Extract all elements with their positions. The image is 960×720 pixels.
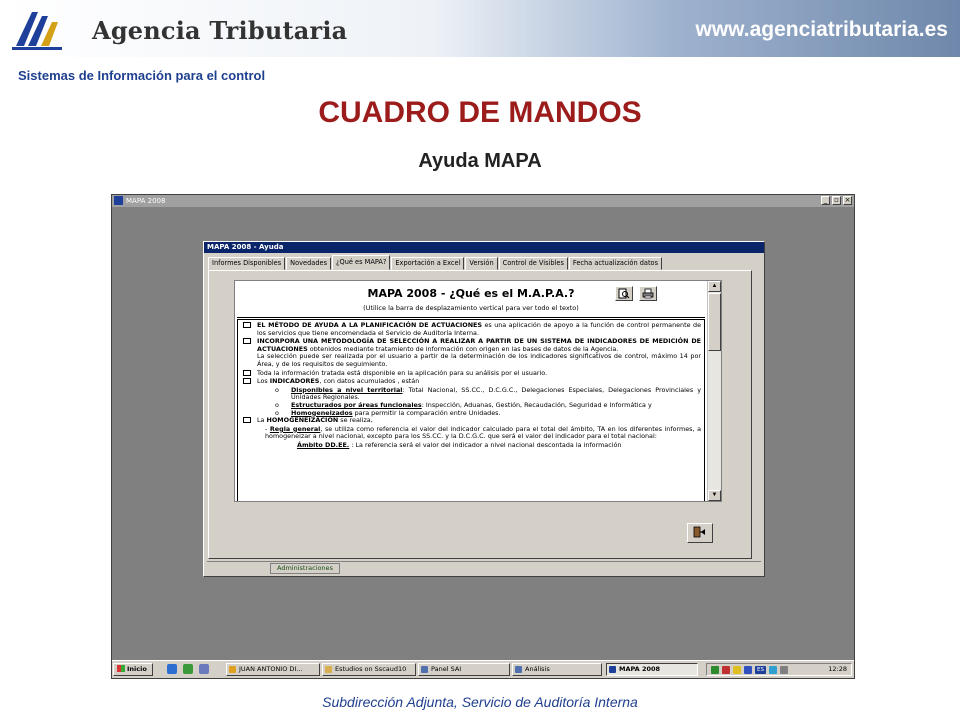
app-icon xyxy=(114,196,123,205)
doc-subitem: o Disponibles a nivel territorial: Total … xyxy=(275,385,702,402)
checkbox-bullet-icon xyxy=(243,417,251,424)
tray-icon[interactable] xyxy=(733,666,741,674)
close-button[interactable]: × xyxy=(843,196,852,205)
page-title: CUADRO DE MANDOS xyxy=(318,96,642,129)
taskbar-button-active[interactable]: MAPA 2008 xyxy=(606,663,698,676)
checkbox-bullet-icon xyxy=(243,322,251,328)
tab-que-es-mapa[interactable]: ¿Qué es MAPA? xyxy=(332,255,391,270)
tray-icon[interactable] xyxy=(722,666,730,674)
quick-launch-icon[interactable] xyxy=(183,664,193,674)
clock[interactable]: 12:28 xyxy=(828,664,847,675)
tab-exportacion-excel[interactable]: Exportación a Excel xyxy=(391,257,465,270)
exit-button[interactable] xyxy=(687,523,713,543)
header-banner: Agencia Tributaria www.agenciatributaria… xyxy=(0,0,960,57)
language-indicator[interactable]: ES xyxy=(755,666,766,674)
app-window-title: MAPA 2008 xyxy=(126,197,166,205)
doc-paragraph: La HOMOGENEIZACIÓN se realiza, xyxy=(243,416,701,425)
doc-paragraph: INCORPORA UNA METODOLOGÍA DE SELECCIÓN A… xyxy=(243,337,701,368)
doc-subtitle: (Utilice la barra de desplazamiento vert… xyxy=(363,304,579,312)
doc-paragraph: Ámbito DD.EE. : La referencia será el va… xyxy=(297,440,622,449)
tab-informes-disponibles[interactable]: Informes Disponibles xyxy=(208,257,286,270)
doc-body: EL MÉTODO DE AYUDA A LA PLANIFICACIÓN DE… xyxy=(237,319,705,501)
dialog-title: MAPA 2008 - Ayuda xyxy=(204,242,764,253)
tab-version[interactable]: Versión xyxy=(465,257,498,270)
print-preview-button[interactable] xyxy=(615,286,633,301)
printer-icon xyxy=(642,288,654,299)
section-subtitle: Sistemas de Información para el control xyxy=(18,68,266,83)
app-titlebar: MAPA 2008 _ ▫ × xyxy=(112,195,854,207)
app-icon xyxy=(421,666,428,673)
page-footer: Subdirección Adjunta, Servicio de Audito… xyxy=(322,694,638,710)
start-button[interactable]: Inicio xyxy=(113,663,153,676)
restore-button[interactable]: ▫ xyxy=(832,196,841,205)
scroll-up-icon[interactable]: ▲ xyxy=(708,281,721,292)
doc-paragraph: - Regla general, se utiliza como referen… xyxy=(265,424,701,441)
tray-icon[interactable] xyxy=(711,666,719,674)
taskbar: Inicio JUAN ANTONIO DI... Estudios on Ss… xyxy=(112,660,854,678)
scroll-thumb[interactable] xyxy=(708,293,721,351)
show-desktop-icon[interactable] xyxy=(199,664,209,674)
checkbox-bullet-icon xyxy=(243,369,251,376)
app-window: MAPA 2008 _ ▫ × MAPA 2008 - Ayuda Inform… xyxy=(111,194,855,679)
print-preview-icon xyxy=(618,288,630,299)
tray-icon[interactable] xyxy=(769,666,777,674)
agency-name: Agencia Tributaria xyxy=(92,16,348,45)
app-icon xyxy=(229,666,236,673)
windows-logo-icon xyxy=(117,665,125,672)
tab-panel: MAPA 2008 - ¿Qué es el M.A.P.A.? (Utilic… xyxy=(208,270,752,559)
system-tray: ES 12:28 xyxy=(706,663,852,676)
page-subheading: Ayuda MAPA xyxy=(418,150,542,172)
checkbox-bullet-icon xyxy=(243,378,251,385)
app-icon xyxy=(609,666,616,673)
tab-fecha-actualizacion[interactable]: Fecha actualización datos xyxy=(568,257,663,270)
doc-divider xyxy=(237,317,705,318)
tab-novedades[interactable]: Novedades xyxy=(286,257,332,270)
scroll-down-icon[interactable]: ▼ xyxy=(708,490,721,501)
help-document-content: MAPA 2008 - ¿Qué es el M.A.P.A.? (Utilic… xyxy=(235,281,707,501)
site-url[interactable]: www.agenciatributaria.es xyxy=(696,18,948,42)
doc-paragraph: Toda la información tratada está disponi… xyxy=(243,369,701,378)
internet-explorer-icon[interactable] xyxy=(167,664,177,674)
tab-control-visibles[interactable]: Control de Visibles xyxy=(498,257,568,270)
doc-paragraph: EL MÉTODO DE AYUDA A LA PLANIFICACIÓN DE… xyxy=(243,321,701,337)
dialog-tabs: Informes Disponibles Novedades ¿Qué es M… xyxy=(208,255,663,270)
taskbar-button[interactable]: Panel SAI xyxy=(418,663,510,676)
taskbar-button[interactable]: Análisis xyxy=(512,663,602,676)
folder-icon xyxy=(325,666,332,673)
speaker-icon[interactable] xyxy=(780,666,788,674)
help-document[interactable]: MAPA 2008 - ¿Qué es el M.A.P.A.? (Utilic… xyxy=(234,280,722,502)
checkbox-bullet-icon xyxy=(243,338,251,345)
taskbar-button[interactable]: JUAN ANTONIO DI... xyxy=(226,663,320,676)
print-button[interactable] xyxy=(639,286,657,301)
exit-door-icon xyxy=(693,526,705,538)
doc-scrollbar[interactable]: ▲ ▼ xyxy=(707,281,721,501)
agencia-tributaria-logo xyxy=(12,12,62,50)
tab-administraciones[interactable]: Administraciones xyxy=(270,563,340,574)
app-icon xyxy=(515,666,522,673)
help-dialog: MAPA 2008 - Ayuda Informes Disponibles N… xyxy=(203,241,765,577)
taskbar-button[interactable]: Estudios on Sscaud10 xyxy=(322,663,416,676)
tray-icon[interactable] xyxy=(744,666,752,674)
doc-paragraph: Los INDICADORES, con datos acumulados , … xyxy=(243,377,701,386)
doc-title: MAPA 2008 - ¿Qué es el M.A.P.A.? xyxy=(367,287,575,300)
minimize-button[interactable]: _ xyxy=(821,196,830,205)
